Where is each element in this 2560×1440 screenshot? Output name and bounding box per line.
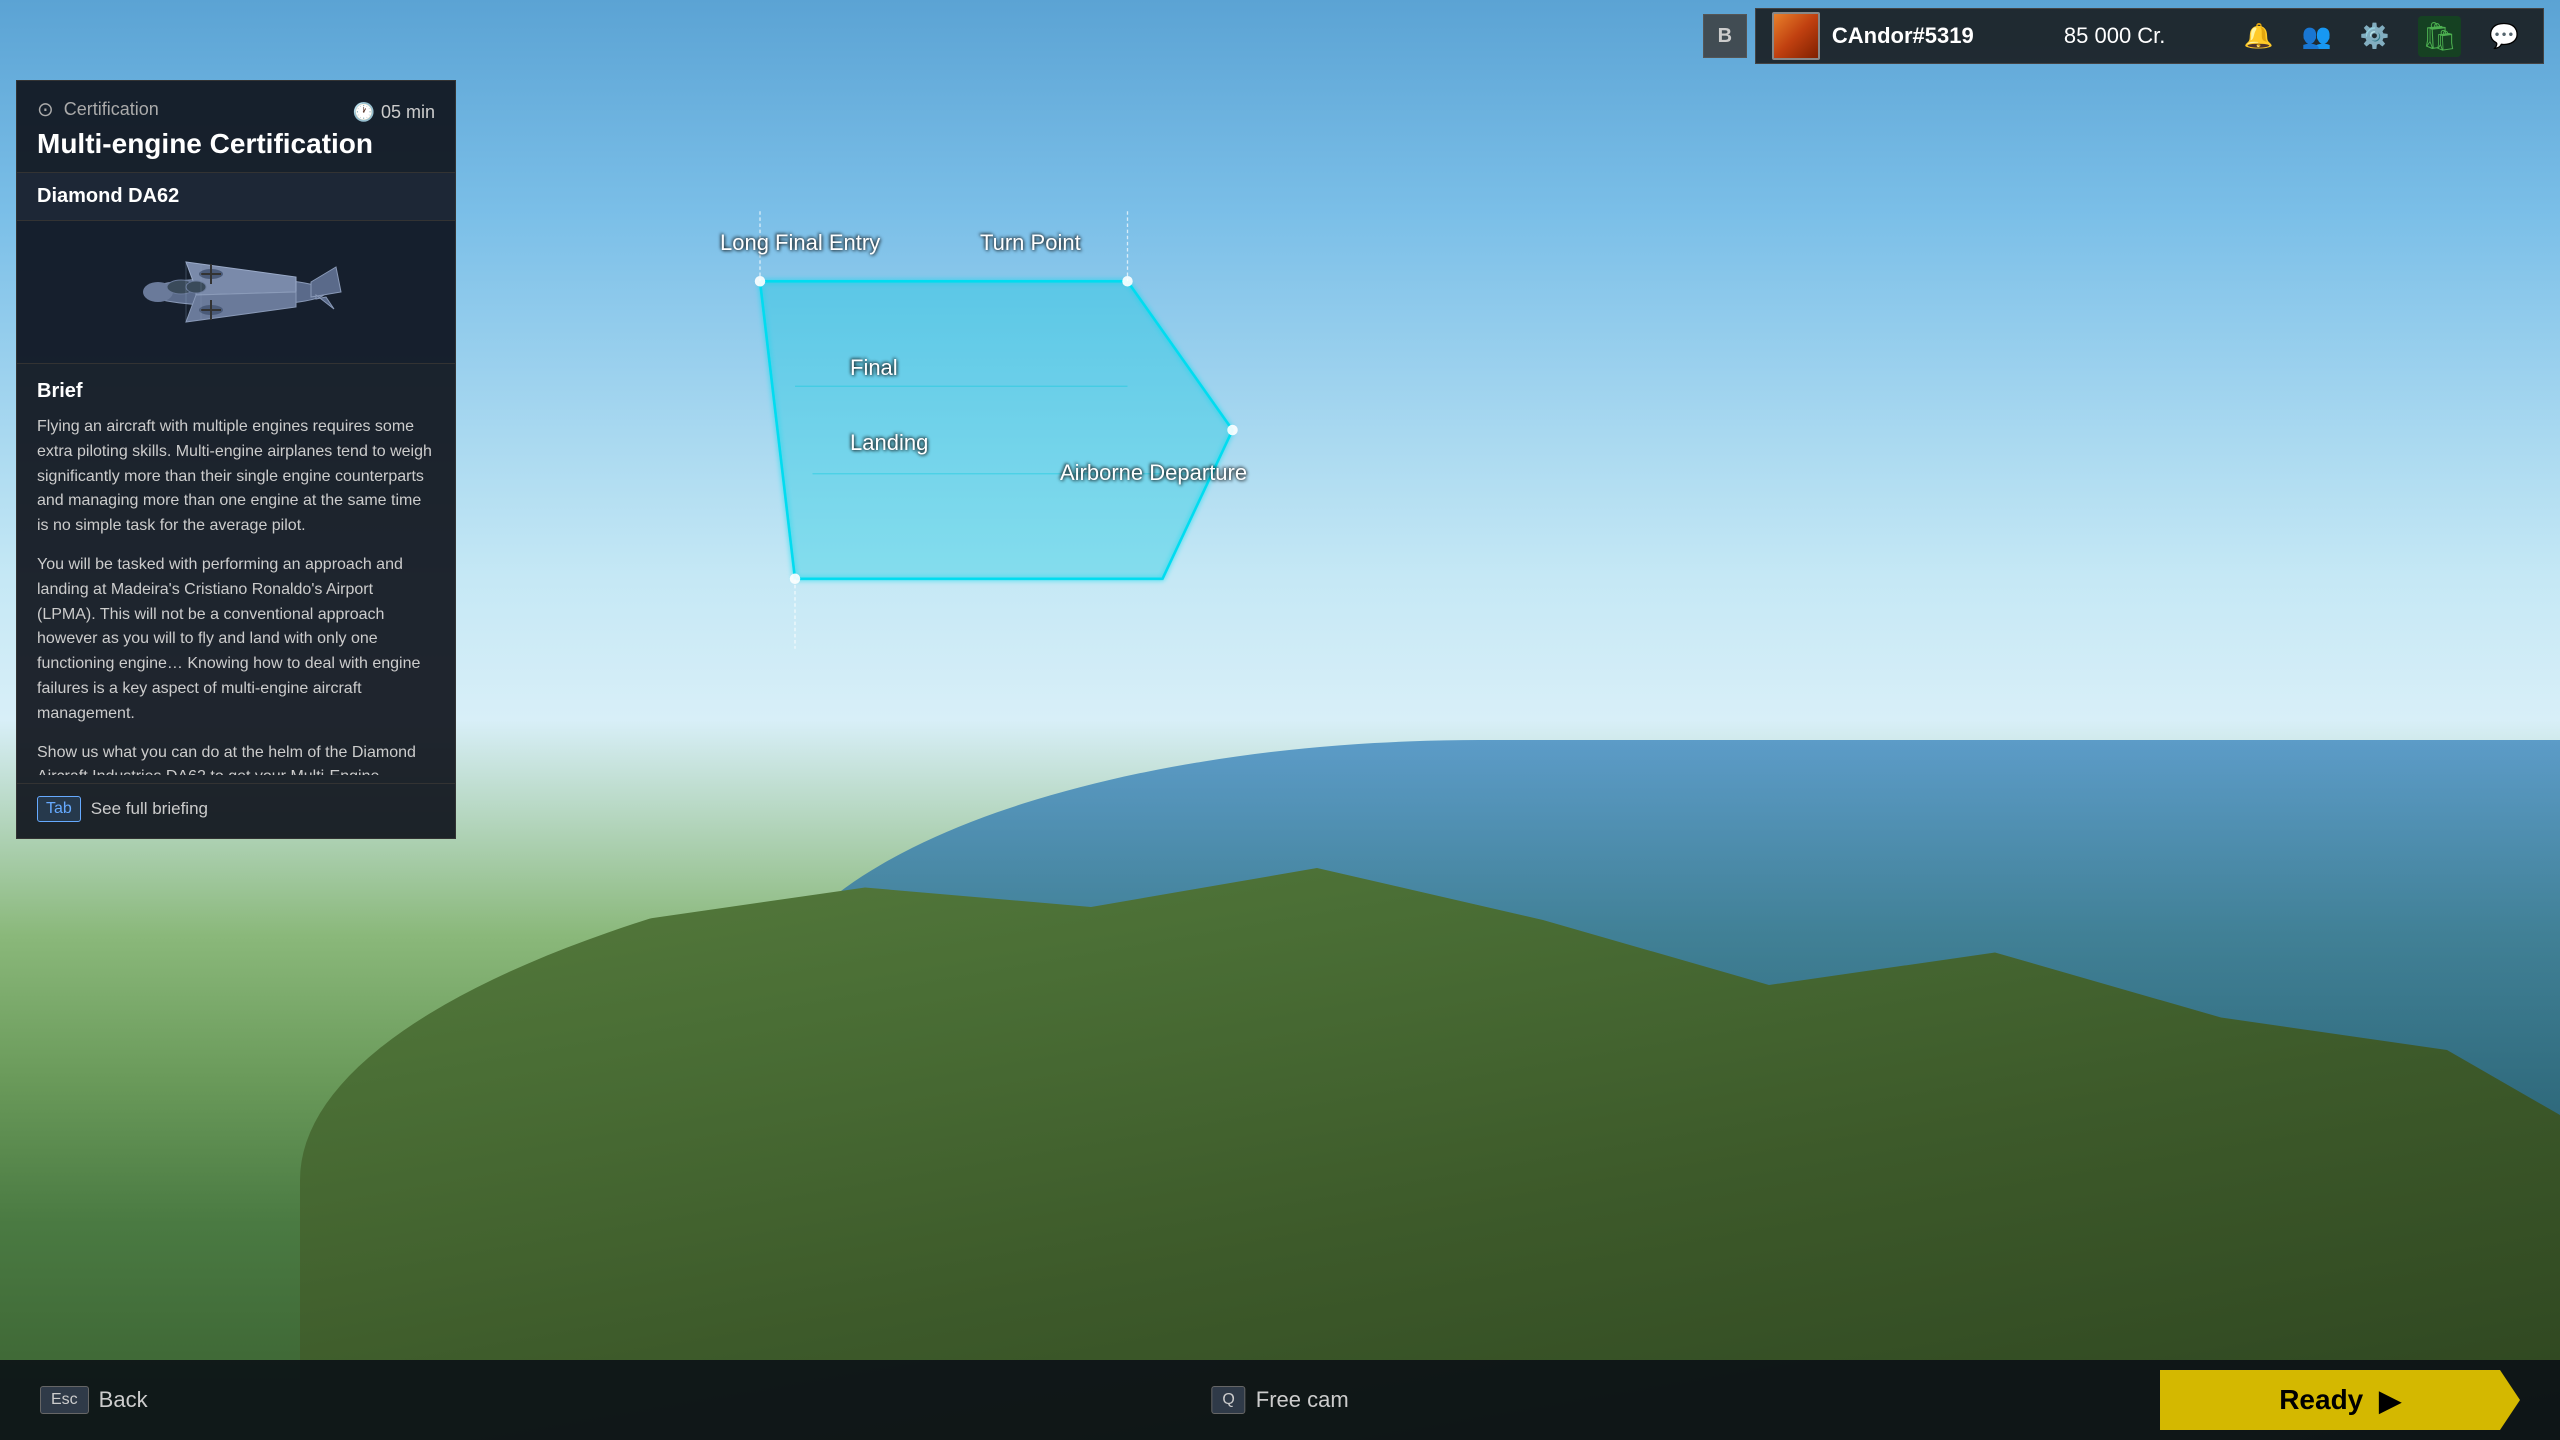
timer-area: 🕐 05 min bbox=[353, 102, 435, 123]
waypoint-final: Final bbox=[850, 355, 898, 381]
package-icon[interactable]: 🛍 bbox=[2418, 16, 2462, 57]
chat-icon[interactable]: 💬 bbox=[2489, 22, 2519, 51]
ready-arrow-icon: ▶ bbox=[2379, 1384, 2401, 1417]
mission-title: Multi-engine Certification bbox=[37, 128, 435, 160]
b-button[interactable]: B bbox=[1703, 14, 1747, 58]
q-key: Q bbox=[1211, 1386, 1245, 1414]
free-cam-label: Free cam bbox=[1256, 1387, 1349, 1413]
waypoint-landing: Landing bbox=[850, 430, 928, 456]
avatar bbox=[1772, 12, 1820, 60]
bell-icon[interactable]: 🔔 bbox=[2244, 22, 2274, 51]
credits: 85 000 Cr. bbox=[2064, 23, 2224, 49]
panel-header: ⊙ Certification 🕐 05 min Multi-engine Ce… bbox=[17, 81, 455, 173]
brief-para-2: You will be tasked with performing an ap… bbox=[37, 553, 435, 727]
aircraft-name-bar: Diamond DA62 bbox=[17, 173, 455, 221]
aircraft-image-area bbox=[17, 221, 455, 364]
free-cam-button[interactable]: Q Free cam bbox=[1211, 1386, 1348, 1414]
topbar: B CAndor#5319 85 000 Cr. 🔔 👥 ⚙️ 🛍 💬 bbox=[1687, 0, 2560, 72]
esc-key: Esc bbox=[40, 1386, 89, 1414]
profile-area: CAndor#5319 85 000 Cr. 🔔 👥 ⚙️ 🛍 💬 bbox=[1755, 8, 2544, 64]
username: CAndor#5319 bbox=[1832, 23, 2052, 49]
left-panel: ⊙ Certification 🕐 05 min Multi-engine Ce… bbox=[16, 80, 456, 839]
brief-text: Flying an aircraft with multiple engines… bbox=[37, 415, 435, 775]
cert-label: ⊙ Certification bbox=[37, 97, 159, 122]
clock-icon: 🕐 bbox=[353, 102, 375, 123]
ready-label: Ready bbox=[2279, 1384, 2363, 1416]
ready-button[interactable]: Ready ▶ bbox=[2160, 1370, 2520, 1430]
brief-para-3: Show us what you can do at the helm of t… bbox=[37, 741, 435, 775]
brief-label: Brief bbox=[37, 380, 435, 403]
brief-section: Brief Flying an aircraft with multiple e… bbox=[17, 364, 455, 784]
see-full-text: See full briefing bbox=[91, 799, 208, 819]
gear-icon[interactable]: ⚙️ bbox=[2360, 22, 2390, 51]
aircraft-illustration bbox=[96, 237, 376, 347]
see-full-briefing[interactable]: Tab See full briefing bbox=[17, 784, 455, 838]
waypoint-turn-point: Turn Point bbox=[980, 230, 1081, 256]
waypoint-long-final-entry: Long Final Entry bbox=[720, 230, 880, 256]
back-label: Back bbox=[99, 1387, 148, 1413]
waypoint-airborne-departure: Airborne Departure bbox=[1060, 460, 1247, 486]
back-button[interactable]: Esc Back bbox=[40, 1386, 148, 1414]
tab-key: Tab bbox=[37, 796, 81, 822]
cert-icon: ⊙ bbox=[37, 97, 54, 122]
bottom-bar: Esc Back Q Free cam Ready ▶ bbox=[0, 1360, 2560, 1440]
brief-para-1: Flying an aircraft with multiple engines… bbox=[37, 415, 435, 539]
users-icon[interactable]: 👥 bbox=[2302, 22, 2332, 51]
